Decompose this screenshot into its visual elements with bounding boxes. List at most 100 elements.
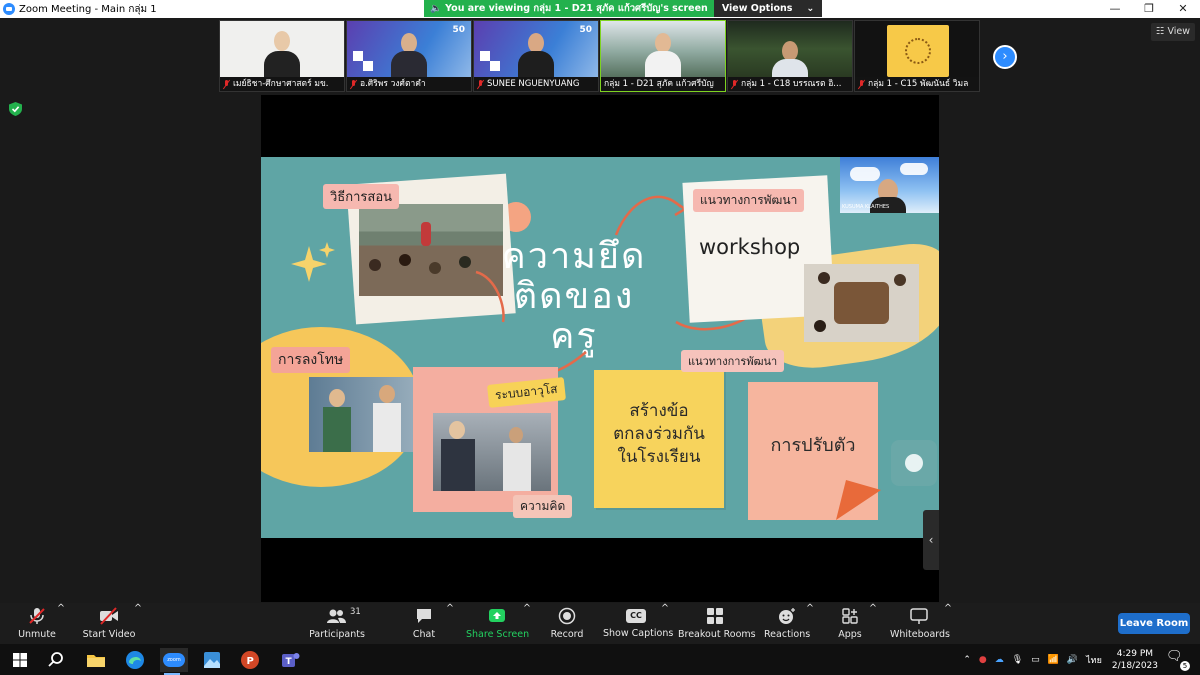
presenter-name: KUSUMA KLAITHES [842,204,890,210]
whiteboards-button[interactable]: Whiteboards [890,603,950,644]
language-indicator[interactable]: ไทย [1086,653,1102,667]
record-button[interactable]: Record [548,603,586,644]
share-screen-button[interactable]: Share Screen [466,603,529,644]
chat-button[interactable]: Chat [405,603,443,644]
show-captions-button[interactable]: CC Show Captions [603,603,673,644]
participant-tile[interactable]: กลุ่ม 1 - C15 พัฒนันธ์ วิมล [854,20,980,92]
search-icon[interactable] [44,648,68,672]
teams-icon[interactable]: T [278,648,302,672]
cloud-icon[interactable]: ☁ [995,655,1004,665]
window-controls: — ❐ ✕ [1098,0,1200,18]
participant-tile[interactable]: เมย์ธิชา-ศึกษาศาสตร์ มข. [219,20,345,92]
apps-icon [842,608,858,624]
logo-pattern [363,61,373,71]
label-punishment: การลงโทษ [271,347,351,373]
video-options-caret[interactable]: ^ [134,603,142,644]
punishment-photo [309,377,423,452]
system-tray: ⌃ ● ☁ 🎙 ▭ 📶 🔊 ไทย 4:29 PM 2/18/2023 🗨 5 [963,644,1200,675]
speaker-icon: 🔈 [430,3,442,14]
participant-tile[interactable]: 50 อ.ศิริพร วงศ์ตาคำ [346,20,472,92]
chat-options-caret[interactable]: ^ [446,603,454,644]
paper-fold [836,480,881,520]
notifications-button[interactable]: 🗨 5 [1166,648,1190,671]
participant-name: เมย์ธิชา-ศึกษาศาสตร์ มข. [233,79,329,89]
record-label: Record [550,629,584,640]
unmute-button[interactable]: Unmute [14,603,60,644]
logo-pattern [353,51,363,61]
clock[interactable]: 4:29 PM 2/18/2023 [1112,648,1158,672]
mic-off-icon [29,608,45,624]
participants-label: Participants [309,629,365,640]
zoom-taskbar-button[interactable]: zoom [160,648,188,675]
view-options-button[interactable]: View Options ⌄ [713,0,823,17]
mic-off-icon [858,79,865,89]
reactions-button[interactable]: Reactions [764,603,810,644]
leave-room-button[interactable]: Leave Room [1118,613,1190,634]
wifi-icon[interactable]: 📶 [1048,655,1059,665]
security-tray-icon[interactable]: ● [979,655,987,665]
label-workshop: workshop [699,235,801,259]
maximize-button[interactable]: ❐ [1132,0,1166,18]
shared-slide: วิธีการสอน ความยึด ติดของ ครู แนวทางการพ… [261,157,939,538]
clock-date: 2/18/2023 [1111,660,1158,671]
logo-pattern [480,51,490,61]
chevron-up-icon[interactable]: ⌃ [963,655,971,665]
unmute-label: Unmute [18,629,56,640]
apps-options-caret[interactable]: ^ [869,603,877,644]
participant-tile[interactable]: กลุ่ม 1 - C18 บรรณรต อิ... [727,20,853,92]
side-panel-toggle[interactable]: ‹ [923,510,939,570]
captions-options-caret[interactable]: ^ [661,603,669,644]
mic-off-icon [731,79,738,89]
start-video-label: Start Video [82,629,136,640]
next-participants-button[interactable]: › [993,45,1017,69]
participants-button[interactable]: 31 Participants [308,603,366,644]
battery-icon[interactable]: ▭ [1031,655,1040,665]
presenter-video[interactable]: KUSUMA KLAITHES [840,157,939,213]
view-button[interactable]: ☷ View [1151,23,1195,41]
participant-video [262,29,302,77]
clock-time: 4:29 PM [1116,648,1154,659]
apps-button[interactable]: Apps [832,603,868,644]
minimize-button[interactable]: — [1098,0,1132,18]
whiteboards-options-caret[interactable]: ^ [944,603,952,644]
volume-icon[interactable]: 🔊 [1067,655,1078,665]
powerpoint-icon[interactable]: P [238,648,262,672]
breakout-rooms-button[interactable]: Breakout Rooms [678,603,756,644]
start-video-button[interactable]: Start Video [80,603,138,644]
share-screen-icon [489,609,505,622]
label-thinking: ความคิด [513,495,573,518]
participants-count: 31 [350,607,361,617]
windows-start-icon[interactable] [8,648,32,672]
workshop-photo [804,264,919,342]
notification-icon: 🗨 [1166,648,1183,664]
record-icon [558,607,576,625]
mic-tray-icon[interactable]: 🎙 [1012,655,1023,665]
reactions-label: Reactions [764,629,811,640]
unmute-options-caret[interactable]: ^ [57,603,65,644]
label-dev-guideline-2: แนวทางการพัฒนา [681,350,785,372]
agreement-line: ในโรงเรียน [617,447,701,467]
file-explorer-icon[interactable] [84,648,108,672]
apps-label: Apps [838,629,862,640]
shield-icon[interactable] [9,102,22,116]
profile-picture [887,25,949,77]
floating-control[interactable] [891,440,937,486]
agreement-line: สร้างข้อ [629,401,689,421]
notification-count: 5 [1180,660,1190,671]
chevron-right-icon: › [1002,49,1008,64]
logo-50: 50 [452,25,465,35]
close-button[interactable]: ✕ [1166,0,1200,18]
meeting-toolbar: Unmute ^ Start Video ^ 31 Participants C… [0,603,1200,644]
breakout-rooms-icon [707,608,723,624]
chevron-down-icon: ⌄ [806,3,815,14]
edge-browser-icon[interactable] [123,648,147,672]
label-dev-guideline-1: แนวทางการพัฒนา [693,189,805,212]
reactions-options-caret[interactable]: ^ [806,603,814,644]
share-options-caret[interactable]: ^ [523,603,531,644]
chevron-left-icon: ‹ [928,533,934,547]
participant-tile-active[interactable]: กลุ่ม 1 - D21 สุภัค แก้วศรีบัญ [600,20,726,92]
photos-icon[interactable] [200,648,224,672]
participant-tile[interactable]: 50 SUNEE NGUENYUANG [473,20,599,92]
breakout-rooms-label: Breakout Rooms [678,629,756,640]
svg-text:T: T [286,657,293,667]
